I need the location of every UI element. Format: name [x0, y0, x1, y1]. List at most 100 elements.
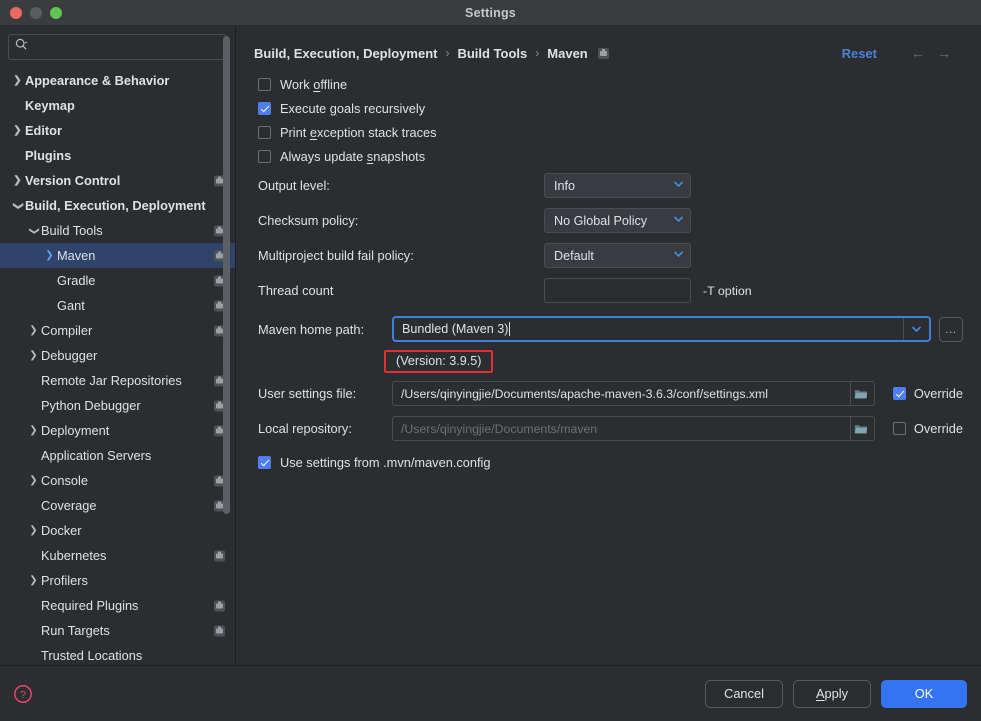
apply-button[interactable]: Apply [793, 680, 871, 708]
ok-button[interactable]: OK [881, 680, 967, 708]
sidebar-item-kubernetes[interactable]: Kubernetes [0, 543, 235, 568]
forward-arrow-icon[interactable]: → [937, 46, 951, 60]
local-repository-override-checkbox[interactable] [893, 422, 906, 435]
chevron-down-icon[interactable] [673, 215, 684, 226]
search-input[interactable] [33, 40, 220, 54]
sidebar-item-deployment[interactable]: ❯Deployment [0, 418, 235, 443]
sidebar-item-profilers[interactable]: ❯Profilers [0, 568, 235, 593]
folder-icon[interactable] [850, 382, 872, 405]
sidebar-item-plugins[interactable]: Plugins [0, 143, 235, 168]
chevron-down-icon[interactable]: ❯ [13, 198, 23, 213]
mvn-config-label: Use settings from .mvn/maven.config [280, 455, 491, 470]
sidebar-item-label: Debugger [41, 348, 97, 363]
option-row-work-offline[interactable]: Work offline [258, 72, 963, 96]
option-row-always-update-snapshots[interactable]: Always update snapshots [258, 144, 963, 168]
sidebar-item-build-tools[interactable]: ❯Build Tools [0, 218, 235, 243]
close-window-button[interactable] [10, 7, 22, 19]
option-row-execute-goals-recursively[interactable]: Execute goals recursively [258, 96, 963, 120]
option-row-print-exception-stack-traces[interactable]: Print exception stack traces [258, 120, 963, 144]
window-body: ❯Appearance & BehaviorKeymap❯Editor Plugi… [0, 26, 981, 665]
checkbox-execute-goals-recursively[interactable] [258, 102, 271, 115]
zoom-window-button[interactable] [50, 7, 62, 19]
chevron-right-icon[interactable]: ❯ [26, 426, 41, 436]
sidebar-item-remote-jar-repositories[interactable]: Remote Jar Repositories [0, 368, 235, 393]
breadcrumb-item-1[interactable]: Build Tools [457, 46, 527, 61]
thread-count-input[interactable] [544, 278, 691, 303]
project-scope-badge-icon [214, 625, 225, 636]
search-box[interactable] [8, 34, 227, 60]
local-repository-field[interactable]: /Users/qinyingjie/Documents/maven [392, 416, 875, 441]
chevron-right-icon[interactable]: ❯ [10, 76, 25, 86]
sidebar-item-compiler[interactable]: ❯Compiler [0, 318, 235, 343]
maven-home-browse-button[interactable]: … [939, 317, 963, 342]
thread-count-row: Thread count -T option [258, 273, 963, 308]
sidebar-item-docker[interactable]: ❯Docker [0, 518, 235, 543]
sidebar-item-debugger[interactable]: ❯Debugger [0, 343, 235, 368]
window-title: Settings [0, 6, 981, 20]
checkbox-label-always-update-snapshots: Always update snapshots [280, 149, 425, 164]
label-post: ffline [320, 77, 347, 92]
chevron-right-icon[interactable]: ❯ [26, 326, 41, 336]
checkbox-work-offline[interactable] [258, 78, 271, 91]
chevron-right-icon[interactable]: ❯ [26, 351, 41, 361]
chevron-down-icon[interactable] [903, 318, 929, 340]
mvn-config-row[interactable]: Use settings from .mvn/maven.config [258, 450, 963, 474]
sidebar-item-gradle[interactable]: Gradle [0, 268, 235, 293]
sidebar-item-coverage[interactable]: Coverage [0, 493, 235, 518]
sidebar-item-application-servers[interactable]: Application Servers [0, 443, 235, 468]
sidebar-item-python-debugger[interactable]: Python Debugger [0, 393, 235, 418]
chevron-right-icon[interactable]: ❯ [42, 251, 57, 261]
sidebar-item-label: Plugins [25, 148, 71, 163]
sidebar-item-keymap[interactable]: Keymap [0, 93, 235, 118]
combobox-checksum-policy[interactable]: No Global Policy [544, 208, 691, 233]
sidebar-item-gant[interactable]: Gant [0, 293, 235, 318]
dialog-footer: ? Cancel Apply OK [0, 665, 981, 721]
reset-link[interactable]: Reset [842, 46, 877, 61]
checkbox-label-print-exception-stack-traces: Print exception stack traces [280, 125, 437, 140]
sidebar-item-version-control[interactable]: ❯Version Control [0, 168, 235, 193]
help-circle-icon[interactable]: ? [12, 683, 34, 705]
local-repository-row: Local repository: /Users/qinyingjie/Docu… [258, 411, 963, 446]
cancel-button[interactable]: Cancel [705, 680, 783, 708]
user-settings-file-field[interactable]: /Users/qinyingjie/Documents/apache-maven… [392, 381, 875, 406]
combobox-output-level[interactable]: Info [544, 173, 691, 198]
maven-home-path-combobox[interactable]: Bundled (Maven 3) [392, 316, 931, 342]
sidebar-item-build-execution-deployment[interactable]: ❯Build, Execution, Deployment [0, 193, 235, 218]
back-arrow-icon[interactable]: ← [911, 46, 925, 60]
sidebar-item-editor[interactable]: ❯Editor [0, 118, 235, 143]
maven-version-note: (Version: 3.9.5) [384, 350, 493, 373]
settings-tree[interactable]: ❯Appearance & BehaviorKeymap❯Editor Plugi… [0, 66, 235, 665]
chevron-right-icon[interactable]: ❯ [10, 176, 25, 186]
chevron-down-icon[interactable] [673, 180, 684, 191]
mvn-config-checkbox[interactable] [258, 456, 271, 469]
checkbox-print-exception-stack-traces[interactable] [258, 126, 271, 139]
label-pre: Work [280, 77, 313, 92]
chevron-right-icon[interactable]: ❯ [26, 476, 41, 486]
local-repository-override[interactable]: Override [893, 421, 963, 436]
chevron-right-icon[interactable]: ❯ [10, 126, 25, 136]
label-mnemonic: g [330, 101, 337, 116]
user-settings-override[interactable]: Override [893, 386, 963, 401]
sidebar-item-trusted-locations[interactable]: Trusted Locations [0, 643, 235, 665]
breadcrumb-item-0[interactable]: Build, Execution, Deployment [254, 46, 437, 61]
checkbox-always-update-snapshots[interactable] [258, 150, 271, 163]
sidebar-item-run-targets[interactable]: Run Targets [0, 618, 235, 643]
sidebar-item-console[interactable]: ❯Console [0, 468, 235, 493]
label-post: napshots [373, 149, 425, 164]
label-pre: Execute [280, 101, 330, 116]
sidebar-item-maven[interactable]: ❯Maven [0, 243, 235, 268]
combobox-multiproject-build-fail-policy[interactable]: Default [544, 243, 691, 268]
sidebar-item-label: Profilers [41, 573, 88, 588]
chevron-right-icon[interactable]: ❯ [26, 526, 41, 536]
breadcrumb-item-2[interactable]: Maven [547, 46, 587, 61]
chevron-right-icon[interactable]: ❯ [26, 576, 41, 586]
apply-mnemonic: A [816, 686, 825, 701]
sidebar-item-appearance-behavior[interactable]: ❯Appearance & Behavior [0, 68, 235, 93]
sidebar-scrollbar[interactable] [223, 36, 230, 514]
sidebar-item-required-plugins[interactable]: Required Plugins [0, 593, 235, 618]
minimize-window-button[interactable] [30, 7, 42, 19]
folder-icon[interactable] [850, 417, 872, 440]
chevron-down-icon[interactable]: ❯ [29, 223, 39, 238]
chevron-down-icon[interactable] [673, 250, 684, 261]
user-settings-override-checkbox[interactable] [893, 387, 906, 400]
